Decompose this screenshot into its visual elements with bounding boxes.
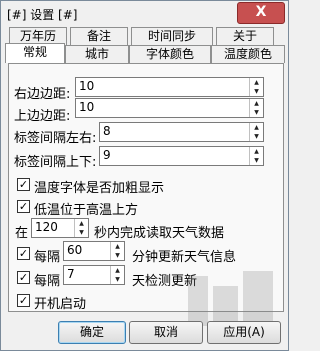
read-seconds-value: 120 (35, 220, 58, 234)
spin-down-icon[interactable]: ▼ (75, 228, 88, 237)
tab-about[interactable]: 关于 (216, 27, 274, 45)
apply-button[interactable]: 应用(A) (207, 321, 281, 344)
spin-down-icon[interactable]: ▼ (111, 251, 124, 260)
autostart-label: 开机启动 (34, 297, 87, 312)
days-spinner[interactable]: 7 ▲ ▼ (63, 265, 125, 285)
check-icon: ✓ (18, 271, 29, 284)
spin-down-icon[interactable]: ▼ (250, 156, 263, 165)
tab-label: 时间同步 (147, 29, 196, 43)
spin-down-icon[interactable]: ▼ (111, 275, 124, 284)
days-interval-checkbox[interactable]: ✓ (17, 271, 30, 284)
spin-up-icon[interactable]: ▲ (250, 147, 263, 156)
tab-temp-color[interactable]: 温度颜色 (211, 45, 285, 63)
top-margin-label: 上边边距: (14, 109, 71, 124)
tab-label: 字体颜色 (145, 47, 194, 61)
close-icon: X (255, 4, 267, 20)
tab-general[interactable]: 常规 (5, 43, 65, 63)
spin-up-icon[interactable]: ▲ (250, 99, 263, 108)
spin-up-icon[interactable]: ▲ (250, 78, 263, 87)
tab-label: 万年历 (19, 29, 56, 43)
cancel-button[interactable]: 取消 (129, 321, 203, 344)
close-button[interactable]: X (237, 2, 285, 24)
top-margin-value: 10 (79, 100, 95, 114)
tab-label: 备注 (86, 29, 111, 43)
window-title: [#] 设置 [#] (7, 8, 78, 22)
right-margin-value: 10 (79, 79, 95, 93)
tab-font-color[interactable]: 字体颜色 (129, 45, 211, 63)
tab-notes[interactable]: 备注 (70, 27, 128, 45)
spin-down-icon[interactable]: ▼ (250, 108, 263, 117)
right-margin-spinner[interactable]: 10 ▲ ▼ (75, 77, 264, 97)
bold-temp-label: 温度字体是否加粗显示 (34, 181, 165, 196)
check-icon: ✓ (18, 294, 29, 307)
weather-interval-checkbox[interactable]: ✓ (17, 247, 30, 260)
tab-label: 关于 (232, 29, 257, 43)
check-icon: ✓ (18, 178, 29, 191)
check-icon: ✓ (18, 247, 29, 260)
label-gap-lr-spinner[interactable]: 8 ▲ ▼ (99, 122, 264, 142)
tab-label: 常规 (22, 45, 47, 59)
label-gap-ud-spinner[interactable]: 9 ▲ ▼ (99, 146, 264, 166)
tab-label: 城市 (84, 47, 109, 61)
autostart-checkbox[interactable]: ✓ (17, 294, 30, 307)
label-gap-lr-value: 8 (103, 124, 111, 138)
spin-up-icon[interactable]: ▲ (111, 266, 124, 275)
low-temp-top-label: 低温位于高温上方 (34, 203, 139, 218)
spin-up-icon[interactable]: ▲ (250, 123, 263, 132)
days-every-label: 每隔 (34, 274, 61, 289)
label-gap-lr-label: 标签间隔左右: (14, 131, 97, 146)
read-seconds-spinner[interactable]: 120 ▲ ▼ (31, 218, 89, 238)
check-icon: ✓ (18, 200, 29, 213)
weather-every-label: 每隔 (34, 250, 61, 265)
tab-label: 温度颜色 (223, 47, 272, 61)
read-suffix-label: 秒内完成读取天气数据 (94, 226, 225, 241)
label-gap-ud-value: 9 (103, 148, 111, 162)
tab-city[interactable]: 城市 (65, 45, 129, 63)
settings-window: [#] 设置 [#] X 万年历 备注 时间同步 关于 常规 城市 字体颜色 温… (0, 0, 289, 351)
title-bar: [#] 设置 [#] X (1, 1, 288, 25)
bold-temp-checkbox[interactable]: ✓ (17, 178, 30, 191)
low-temp-top-checkbox[interactable]: ✓ (17, 200, 30, 213)
spin-down-icon[interactable]: ▼ (250, 132, 263, 141)
weather-minutes-value: 60 (67, 243, 83, 257)
weather-suffix-label: 分钟更新天气信息 (132, 250, 237, 265)
read-prefix-label: 在 (15, 226, 29, 241)
spin-up-icon[interactable]: ▲ (75, 219, 88, 228)
weather-minutes-spinner[interactable]: 60 ▲ ▼ (63, 241, 125, 261)
ok-button[interactable]: 确定 (58, 321, 126, 344)
top-margin-spinner[interactable]: 10 ▲ ▼ (75, 98, 264, 118)
right-margin-label: 右边边距: (14, 87, 71, 102)
days-value: 7 (67, 267, 75, 281)
spin-down-icon[interactable]: ▼ (250, 87, 263, 96)
tab-time-sync[interactable]: 时间同步 (131, 27, 213, 45)
spin-up-icon[interactable]: ▲ (111, 242, 124, 251)
label-gap-ud-label: 标签间隔上下: (14, 155, 97, 170)
